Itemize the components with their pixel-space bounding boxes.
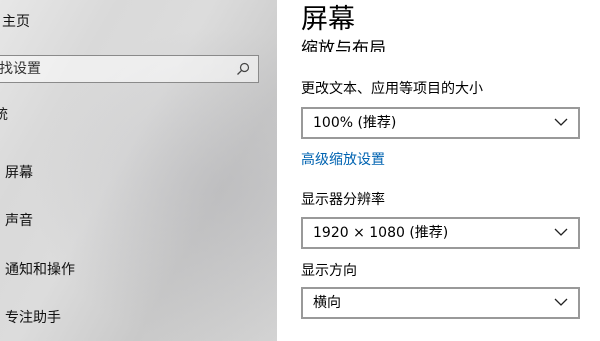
page-title: 屏幕 xyxy=(301,4,355,35)
text-size-label: 更改文本、应用等项目的大小 xyxy=(301,81,483,97)
orientation-dropdown[interactable]: 横向 xyxy=(301,287,580,319)
nav-home-label: 主页 xyxy=(2,14,30,30)
sidebar-item-notifications[interactable]: 通知和操作 xyxy=(5,258,75,282)
sidebar-item-label: 声音 xyxy=(5,213,33,229)
scale-dropdown[interactable]: 100% (推荐) xyxy=(301,107,580,139)
advanced-scaling-link[interactable]: 高级缩放设置 xyxy=(301,150,385,170)
chevron-down-icon xyxy=(554,298,568,306)
sidebar-item-display[interactable]: 屏幕 xyxy=(5,161,33,185)
sidebar-item-focus-assist[interactable]: 专注助手 xyxy=(5,306,61,330)
resolution-dropdown[interactable]: 1920 × 1080 (推荐) xyxy=(301,217,580,249)
orientation-label: 显示方向 xyxy=(301,263,357,279)
chevron-down-icon xyxy=(554,118,568,126)
sidebar-item-sound[interactable]: 声音 xyxy=(5,209,33,233)
scale-dropdown-value: 100% (推荐) xyxy=(313,115,397,131)
display-settings-content: 屏幕 缩放与布局 更改文本、应用等项目的大小 100% (推荐) 高级缩放设置 … xyxy=(277,0,600,341)
sidebar-item-label: 屏幕 xyxy=(5,165,33,181)
resolution-label: 显示器分辨率 xyxy=(301,192,385,208)
nav-home[interactable]: 主页 xyxy=(2,10,30,34)
sidebar-item-label: 通知和操作 xyxy=(5,262,75,278)
resolution-dropdown-value: 1920 × 1080 (推荐) xyxy=(313,225,449,241)
settings-nav-pane: 主页 找设置 统 屏幕 声音 通知和操作 专注助手 xyxy=(0,0,277,341)
settings-search-input[interactable]: 找设置 xyxy=(0,55,259,83)
search-placeholder: 找设置 xyxy=(0,61,41,77)
nav-section-system: 统 xyxy=(0,107,8,123)
chevron-down-icon xyxy=(554,228,568,236)
scale-layout-heading: 缩放与布局 xyxy=(301,39,386,52)
orientation-dropdown-value: 横向 xyxy=(313,295,341,311)
search-icon[interactable] xyxy=(236,62,250,76)
sidebar-item-label: 专注助手 xyxy=(5,310,61,326)
